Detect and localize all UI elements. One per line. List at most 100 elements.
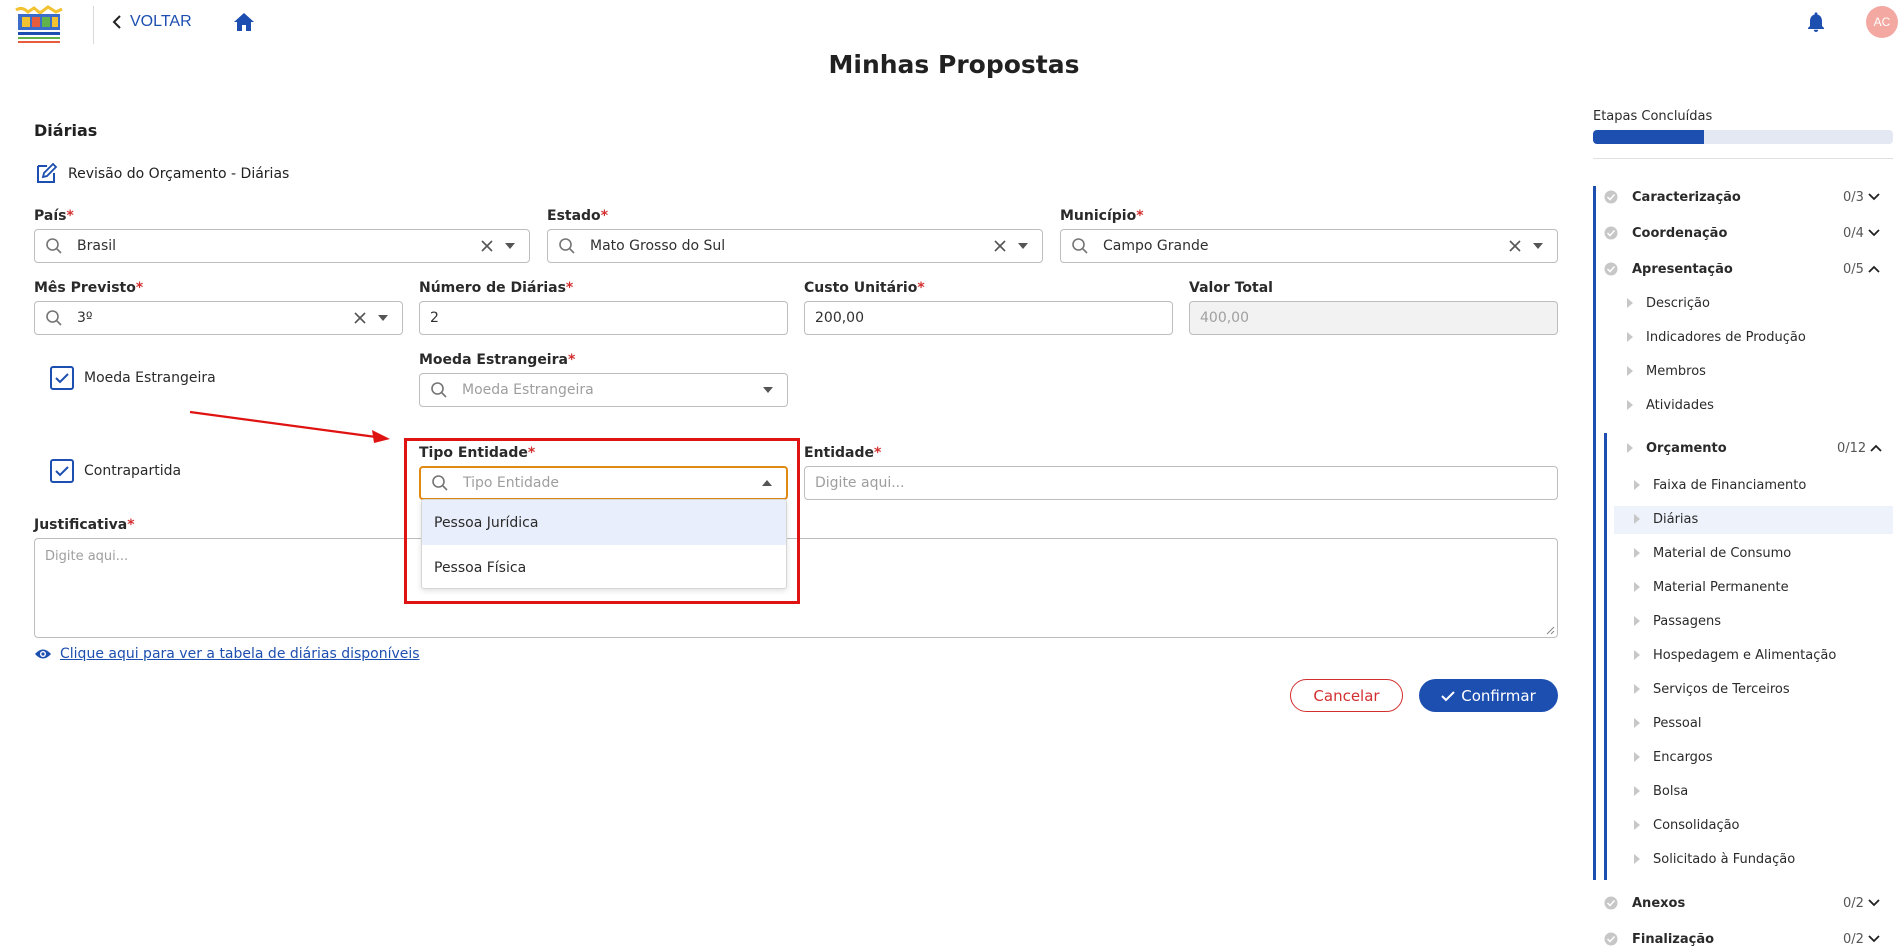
- sidebar-subitem[interactable]: Descrição: [1626, 291, 1710, 315]
- caret-down-icon[interactable]: [1016, 239, 1030, 253]
- mes-previsto-select[interactable]: 3º: [34, 301, 403, 335]
- sidebar-item-finalizacao[interactable]: Finalização: [1604, 927, 1714, 951]
- resize-handle-icon[interactable]: [1545, 625, 1555, 635]
- sidebar-subitem-active[interactable]: Diárias: [1633, 507, 1698, 531]
- checkmark-icon: [55, 466, 69, 477]
- count-text: 0/4: [1843, 225, 1864, 241]
- caret-right-icon: [1634, 786, 1640, 796]
- confirm-button[interactable]: Confirmar: [1419, 679, 1558, 712]
- estado-select[interactable]: Mato Grosso do Sul: [547, 229, 1043, 263]
- user-avatar[interactable]: AC: [1866, 6, 1898, 38]
- search-icon: [1072, 238, 1088, 254]
- sidebar-count[interactable]: 0/3: [1843, 185, 1880, 209]
- valor-total-value: 400,00: [1200, 310, 1249, 326]
- confirm-label: Confirmar: [1461, 686, 1536, 705]
- caret-down-icon[interactable]: [503, 239, 517, 253]
- moeda-estrangeira-checkbox[interactable]: Moeda Estrangeira: [50, 366, 216, 390]
- eye-icon: [35, 649, 51, 659]
- valor-total-input: 400,00: [1189, 301, 1558, 335]
- sidebar-subitem[interactable]: Solicitado à Fundação: [1633, 847, 1795, 871]
- municipio-select[interactable]: Campo Grande: [1060, 229, 1558, 263]
- sidebar-subitem-label: Bolsa: [1653, 783, 1689, 799]
- sidebar-count[interactable]: 0/4: [1843, 221, 1880, 245]
- sidebar-subitem[interactable]: Atividades: [1626, 393, 1714, 417]
- contrapartida-checkbox[interactable]: Contrapartida: [50, 459, 181, 483]
- caret-right-icon: [1627, 366, 1633, 376]
- close-icon[interactable]: [479, 238, 495, 254]
- caret-right-icon: [1634, 718, 1640, 728]
- entidade-placeholder: Digite aqui...: [815, 475, 905, 491]
- caret-right-icon: [1634, 854, 1640, 864]
- valor-total-label: Valor Total: [1189, 280, 1273, 296]
- sidebar-count[interactable]: 0/2: [1843, 891, 1880, 915]
- moeda-label: Moeda Estrangeira*: [419, 352, 576, 368]
- sidebar-subitem[interactable]: Material de Consumo: [1633, 541, 1791, 565]
- moeda-select[interactable]: Moeda Estrangeira: [419, 373, 788, 407]
- checkbox-box[interactable]: [50, 366, 74, 390]
- sidebar-item-caracterizacao[interactable]: Caracterização: [1604, 185, 1741, 209]
- edit-header: Revisão do Orçamento - Diárias: [34, 162, 289, 186]
- sidebar-item-orcamento[interactable]: Orçamento: [1626, 436, 1727, 460]
- check-icon: [1441, 690, 1455, 701]
- caret-down-icon[interactable]: [761, 383, 775, 397]
- cancel-button[interactable]: Cancelar: [1290, 679, 1403, 712]
- mes-previsto-label: Mês Previsto*: [34, 280, 144, 296]
- search-icon: [46, 310, 62, 326]
- sidebar-subitem-label: Passagens: [1653, 613, 1721, 629]
- entidade-input[interactable]: Digite aqui...: [804, 466, 1558, 500]
- sidebar-subitem-label: Atividades: [1646, 397, 1714, 413]
- chevron-down-icon: [1868, 899, 1880, 907]
- numero-diarias-input[interactable]: 2: [419, 301, 788, 335]
- sidebar-subitem[interactable]: Encargos: [1633, 745, 1713, 769]
- sidebar-item-label: Orçamento: [1646, 440, 1727, 456]
- sidebar-subitem[interactable]: Consolidação: [1633, 813, 1740, 837]
- checkbox-box[interactable]: [50, 459, 74, 483]
- sidebar-count[interactable]: 0/5: [1843, 257, 1880, 281]
- caret-down-icon[interactable]: [1531, 239, 1545, 253]
- home-icon[interactable]: [232, 10, 256, 34]
- back-button[interactable]: VOLTAR: [112, 10, 192, 34]
- count-text: 0/3: [1843, 189, 1864, 205]
- checkmark-icon: [55, 373, 69, 384]
- sidebar-subitem[interactable]: Bolsa: [1633, 779, 1688, 803]
- page-title: Minhas Propostas: [828, 50, 1080, 79]
- custo-unitario-input[interactable]: 200,00: [804, 301, 1173, 335]
- sidebar-item-apresentacao[interactable]: Apresentação: [1604, 257, 1733, 281]
- pais-select[interactable]: Brasil: [34, 229, 530, 263]
- sidebar-subitem[interactable]: Material Permanente: [1633, 575, 1789, 599]
- caret-right-icon: [1634, 548, 1640, 558]
- sidebar-subitem[interactable]: Membros: [1626, 359, 1706, 383]
- sidebar-count[interactable]: 0/2: [1843, 927, 1880, 951]
- tabela-diarias-link-text: Clique aqui para ver a tabela de diárias…: [60, 646, 420, 662]
- sidebar-subitem-label: Material Permanente: [1653, 579, 1789, 595]
- sidebar-item-coordenacao[interactable]: Coordenação: [1604, 221, 1727, 245]
- section-title: Diárias: [34, 121, 98, 140]
- chevron-up-icon: [1870, 444, 1882, 452]
- sidebar-subitem[interactable]: Indicadores de Produção: [1626, 325, 1806, 349]
- bell-icon[interactable]: [1804, 10, 1828, 34]
- chevron-down-icon: [1868, 935, 1880, 943]
- sidebar-subitem[interactable]: Passagens: [1633, 609, 1721, 633]
- sidebar-subitem-label: Encargos: [1653, 749, 1713, 765]
- caret-down-icon[interactable]: [376, 311, 390, 325]
- custo-unitario-value: 200,00: [815, 310, 864, 326]
- close-icon[interactable]: [1507, 238, 1523, 254]
- sidebar-title: Etapas Concluídas: [1593, 109, 1713, 124]
- search-icon: [46, 238, 62, 254]
- sidebar-count[interactable]: 0/12: [1837, 436, 1882, 460]
- sidebar-subitem-label: Solicitado à Fundação: [1653, 851, 1796, 867]
- sidebar-subitem[interactable]: Faixa de Financiamento: [1633, 473, 1806, 497]
- sidebar-subitem[interactable]: Serviços de Terceiros: [1633, 677, 1790, 701]
- moeda-placeholder: Moeda Estrangeira: [462, 382, 594, 398]
- check-circle-icon: [1604, 932, 1618, 946]
- sidebar-item-anexos[interactable]: Anexos: [1604, 891, 1685, 915]
- sidebar-item-label: Caracterização: [1632, 189, 1741, 205]
- sidebar-subitem[interactable]: Hospedagem e Alimentação: [1633, 643, 1836, 667]
- sidebar-subitem-label: Descrição: [1646, 295, 1710, 311]
- count-text: 0/5: [1843, 261, 1864, 277]
- tabela-diarias-link[interactable]: Clique aqui para ver a tabela de diárias…: [34, 646, 420, 662]
- close-icon[interactable]: [992, 238, 1008, 254]
- close-icon[interactable]: [352, 310, 368, 326]
- sidebar-subitem-label: Diárias: [1653, 511, 1699, 527]
- sidebar-subitem[interactable]: Pessoal: [1633, 711, 1701, 735]
